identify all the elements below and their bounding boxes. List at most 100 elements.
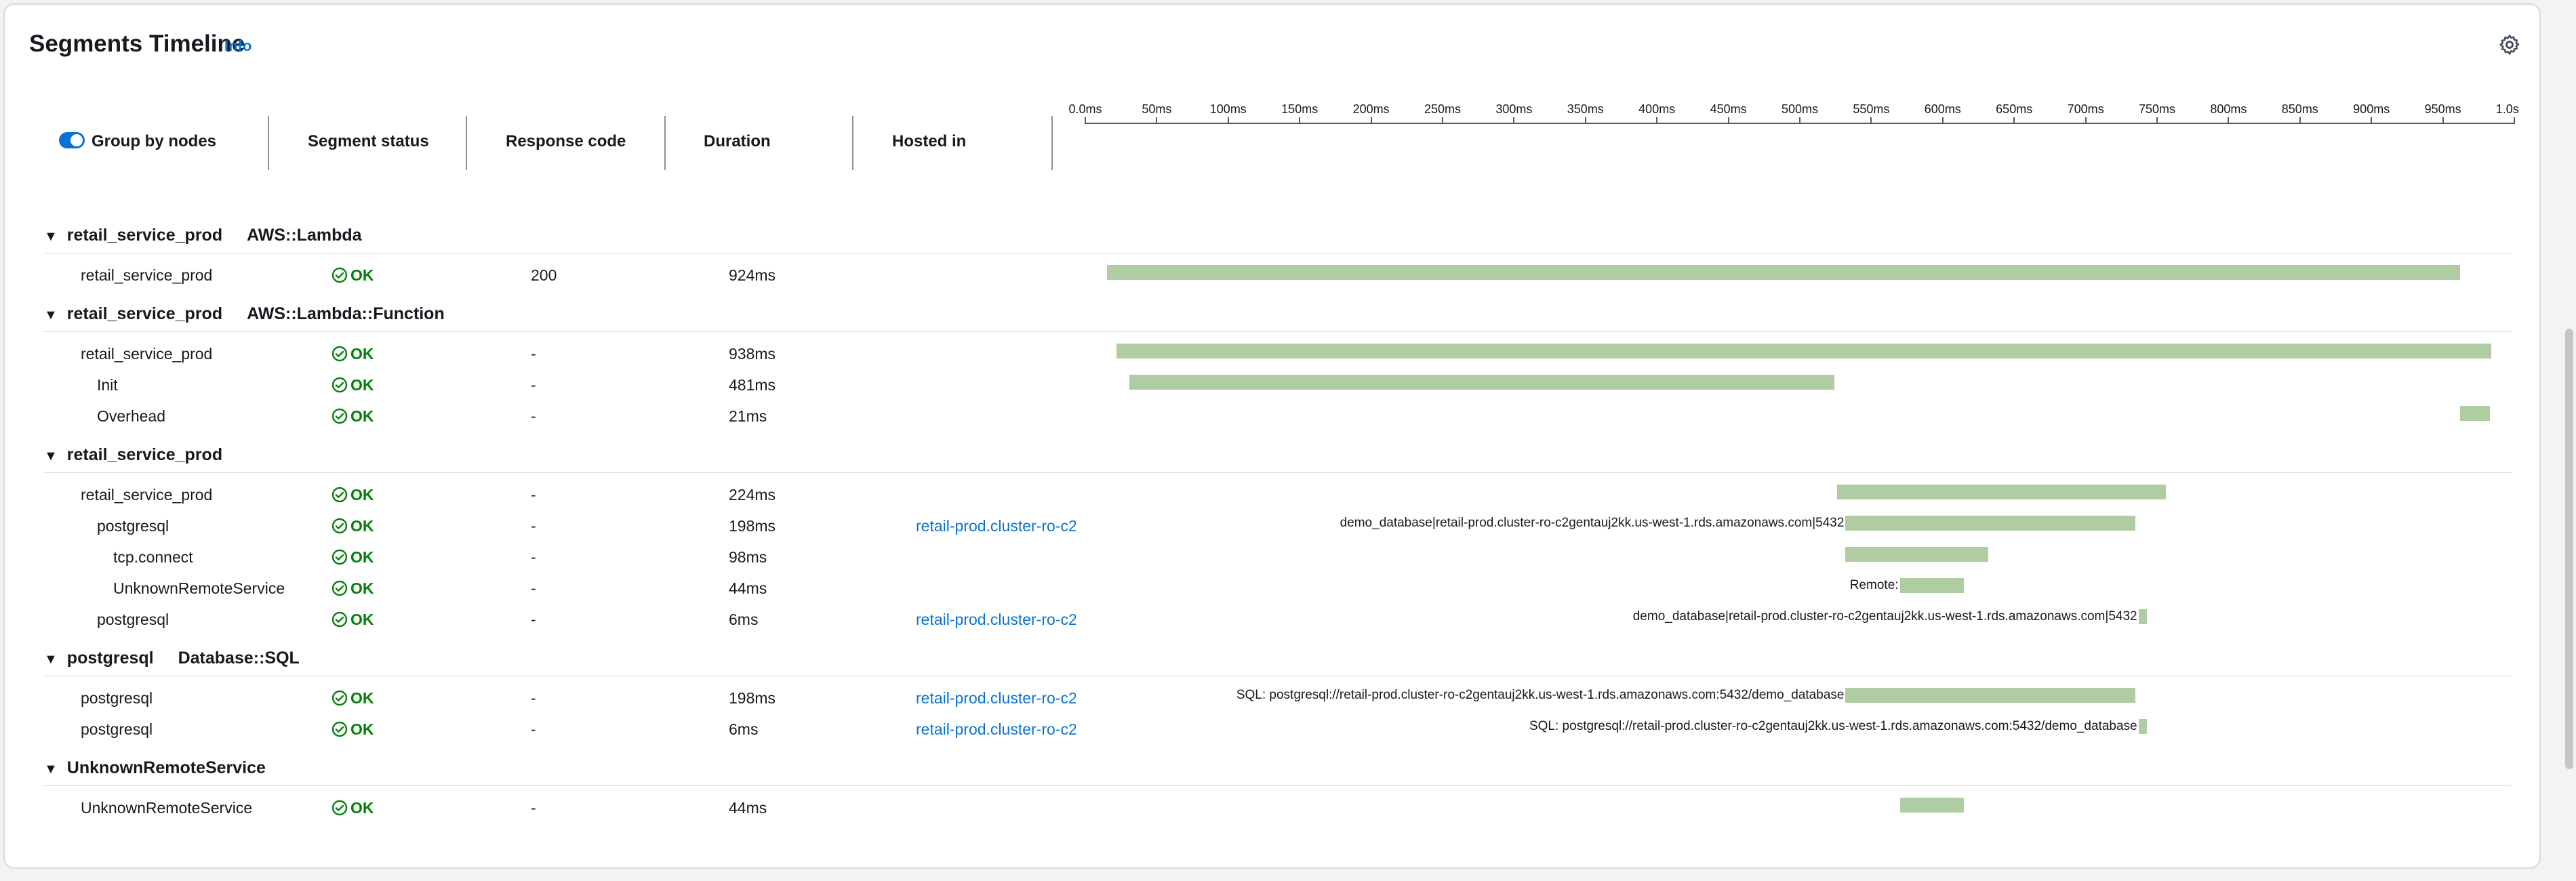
segment-name[interactable]: tcp.connect [113,548,193,567]
timeline-bar[interactable] [1845,516,2136,531]
timeline-bar-label: SQL: postgresql://retail-prod.cluster-ro… [1236,688,1845,702]
timeline-bar[interactable] [1116,344,2492,358]
segment-status-text: OK [350,376,374,394]
timeline-bar[interactable] [1106,265,2460,280]
segment-name[interactable]: postgresql [81,720,153,739]
column-separator [466,116,467,170]
segment-duration: 6ms [729,611,759,628]
group-header[interactable]: ▼ retail_service_prod AWS::Lambda [44,226,362,245]
segment-name[interactable]: Overhead [97,407,165,426]
response-code: - [531,579,536,597]
column-header-segment-status[interactable]: Segment status [308,132,429,151]
check-circle-icon [331,408,348,424]
hosted-in-link[interactable]: retail-prod.cluster-ro-c2 [916,689,1076,708]
segment-name[interactable]: UnknownRemoteService [113,579,285,598]
segment-name[interactable]: retail_service_prod [81,486,212,504]
collapse-triangle-icon[interactable]: ▼ [44,652,58,668]
timeline-tick-label: 350ms [1567,102,1604,116]
segment-status: OK [331,517,374,535]
response-code: - [531,517,536,535]
collapse-triangle-icon[interactable]: ▼ [44,762,58,777]
info-link[interactable]: Info [224,37,251,55]
timeline-bar[interactable] [1899,578,1965,593]
timeline-tick [1513,117,1515,124]
group-divider [44,331,2512,332]
segment-status: OK [331,486,374,504]
group-name: UnknownRemoteService [66,758,266,777]
column-header-response-code[interactable]: Response code [506,132,626,151]
toggle-knob [71,134,83,146]
settings-gear-icon[interactable] [2498,33,2521,56]
column-header-duration[interactable]: Duration [704,132,771,151]
timeline-tick [1727,117,1729,124]
timeline-tick-label: 450ms [1710,102,1747,116]
timeline-tick-label: 1.0s [2495,102,2519,116]
segment-status: OK [331,720,374,739]
segment-name[interactable]: retail_service_prod [81,266,212,285]
segment-name[interactable]: postgresql [97,517,169,535]
response-code: - [531,548,536,566]
timeline-tick [2085,117,2087,124]
segment-name[interactable]: postgresql [81,689,153,708]
timeline-bar[interactable] [1845,547,1989,562]
timeline-tick [1085,117,1086,124]
check-circle-icon [331,611,348,628]
segment-status: OK [331,611,374,629]
hosted-in-link[interactable]: retail-prod.cluster-ro-c2 [916,720,1076,739]
group-type: AWS::Lambda::Function [247,304,445,323]
hosted-in-link[interactable]: retail-prod.cluster-ro-c2 [916,517,1076,535]
timeline-tick-label: 950ms [2424,102,2461,116]
timeline-tick-label: 400ms [1638,102,1676,116]
segment-status: OK [331,266,374,285]
timeline-tick-label: 200ms [1352,102,1390,116]
column-separator [852,116,853,170]
segment-name[interactable]: postgresql [97,611,169,629]
group-header[interactable]: ▼ retail_service_prod AWS::Lambda::Functio… [44,304,445,324]
check-circle-icon [331,800,348,816]
timeline-tick-label: 750ms [2138,102,2176,116]
timeline-tick [2514,117,2515,124]
timeline-bar[interactable] [2459,406,2491,421]
group-header[interactable]: ▼ postgresql Database::SQL [44,649,300,668]
timeline-tick [1656,117,1658,124]
collapse-triangle-icon[interactable]: ▼ [44,229,58,245]
timeline-bar[interactable] [1836,485,2166,499]
check-circle-icon [331,346,348,362]
segment-name[interactable]: retail_service_prod [81,345,212,363]
check-circle-icon [331,690,348,706]
timeline-bar[interactable] [1845,688,2136,703]
segment-name[interactable]: Init [97,376,118,394]
segment-duration: 6ms [729,720,759,738]
group-type: Database::SQL [178,649,300,668]
segment-status: OK [331,407,374,426]
vertical-scrollbar[interactable] [2565,329,2573,769]
segment-name[interactable]: UnknownRemoteService [81,799,252,817]
group-type: AWS::Lambda [247,226,362,245]
timeline-bar[interactable] [1899,798,1965,813]
timeline-bar[interactable] [2138,719,2148,734]
group-divider [44,472,2512,473]
column-header-hosted-in[interactable]: Hosted in [892,132,966,151]
group-header[interactable]: ▼ UnknownRemoteService [44,758,266,778]
panel-title: Segments Timeline [29,30,245,57]
check-circle-icon [331,721,348,737]
segment-status-text: OK [350,611,374,628]
response-code: - [531,720,536,738]
timeline-bar[interactable] [1129,375,1834,390]
segment-duration: 44ms [729,579,767,597]
group-header[interactable]: ▼ retail_service_prod [44,445,222,465]
timeline-tick [1370,117,1372,124]
collapse-triangle-icon[interactable]: ▼ [44,308,58,323]
segment-duration: 198ms [729,517,776,535]
group-name: retail_service_prod [66,226,223,245]
timeline-tick [2228,117,2230,124]
group-by-nodes-toggle[interactable] [59,132,85,148]
segment-status: OK [331,376,374,394]
timeline-tick [1799,117,1800,124]
timeline-tick-label: 250ms [1424,102,1462,116]
collapse-triangle-icon[interactable]: ▼ [44,449,58,464]
timeline-bar[interactable] [2138,609,2148,624]
hosted-in-link[interactable]: retail-prod.cluster-ro-c2 [916,611,1076,629]
check-circle-icon [331,518,348,534]
column-separator [1051,116,1053,170]
